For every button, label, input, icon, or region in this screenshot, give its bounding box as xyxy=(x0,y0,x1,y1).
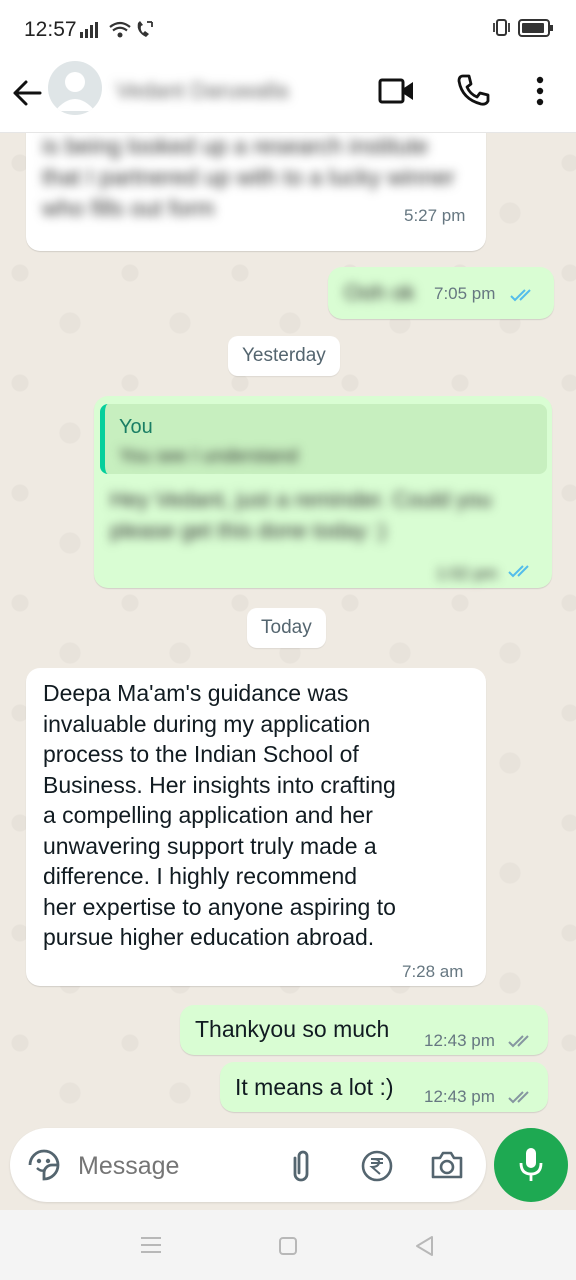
outgoing-message[interactable]: Ooh ok 7:05 pm xyxy=(328,267,554,319)
status-bar: 12:57 xyxy=(0,0,576,58)
date-divider: Yesterday xyxy=(228,336,340,376)
recent-apps-icon[interactable] xyxy=(140,1236,162,1254)
home-icon[interactable] xyxy=(278,1236,298,1256)
quote-text-blurred: You see I understand xyxy=(119,446,298,467)
contact-name[interactable]: Vedant Daruwalla xyxy=(116,78,288,104)
default-avatar-icon xyxy=(55,72,95,111)
message-text: It means a lot :) xyxy=(235,1074,394,1100)
mic-button[interactable] xyxy=(494,1128,568,1202)
message-composer[interactable] xyxy=(10,1128,486,1202)
video-call-icon[interactable] xyxy=(378,76,416,106)
more-vert-icon[interactable] xyxy=(532,75,548,107)
message-time: 12:43 pm xyxy=(424,1031,495,1050)
message-time: 5:27 pm xyxy=(404,206,466,225)
incoming-message[interactable]: Deepa Ma'am's guidance was invaluable du… xyxy=(26,668,486,986)
delivered-ticks-icon xyxy=(508,1035,529,1048)
message-text-blurred: Ooh ok xyxy=(344,280,415,305)
system-nav-bar xyxy=(0,1210,576,1280)
message-text: Deepa Ma'am's guidance was invaluable du… xyxy=(43,680,396,950)
chat-area[interactable]: is being looked up a research institute … xyxy=(0,133,576,1133)
outgoing-message[interactable]: It means a lot :) 12:43 pm xyxy=(220,1062,548,1112)
outgoing-message[interactable]: Thankyou so much 12:43 pm xyxy=(180,1005,548,1055)
avatar[interactable] xyxy=(48,61,102,115)
vibrate-battery-icons xyxy=(493,19,553,37)
arrow-left-icon[interactable] xyxy=(10,76,44,110)
incoming-message[interactable]: is being looked up a research institute … xyxy=(26,133,486,251)
message-text: Thankyou so much xyxy=(195,1016,390,1042)
read-ticks-icon xyxy=(510,289,531,302)
message-time: 7:05 pm xyxy=(434,284,496,303)
message-text-blurred: Hey Vedant, just a reminder. Could you p… xyxy=(110,487,492,543)
rupee-icon[interactable] xyxy=(360,1149,394,1183)
date-divider: Today xyxy=(247,608,326,648)
message-text-blurred: is being looked up a research institute … xyxy=(42,133,455,221)
phone-icon[interactable] xyxy=(456,73,490,107)
camera-icon[interactable] xyxy=(430,1149,464,1181)
paperclip-icon[interactable] xyxy=(288,1148,314,1184)
chat-header: Vedant Daruwalla xyxy=(0,58,576,133)
signal-wifi-call-icons xyxy=(80,21,153,38)
mic-icon xyxy=(519,1148,543,1181)
quoted-message[interactable]: You You see I understand xyxy=(100,404,547,474)
status-time: 12:57 xyxy=(24,18,77,41)
read-ticks-icon xyxy=(508,565,529,578)
delivered-ticks-icon xyxy=(508,1091,529,1104)
quote-author: You xyxy=(119,416,153,438)
outgoing-message[interactable]: You You see I understand Hey Vedant, jus… xyxy=(94,396,552,588)
message-time: 1:02 pm xyxy=(436,564,498,583)
message-time: 7:28 am xyxy=(402,962,464,981)
message-time: 12:43 pm xyxy=(424,1087,495,1106)
message-input[interactable] xyxy=(76,1146,270,1186)
back-nav-icon[interactable] xyxy=(414,1235,434,1257)
sticker-icon[interactable] xyxy=(26,1147,62,1183)
